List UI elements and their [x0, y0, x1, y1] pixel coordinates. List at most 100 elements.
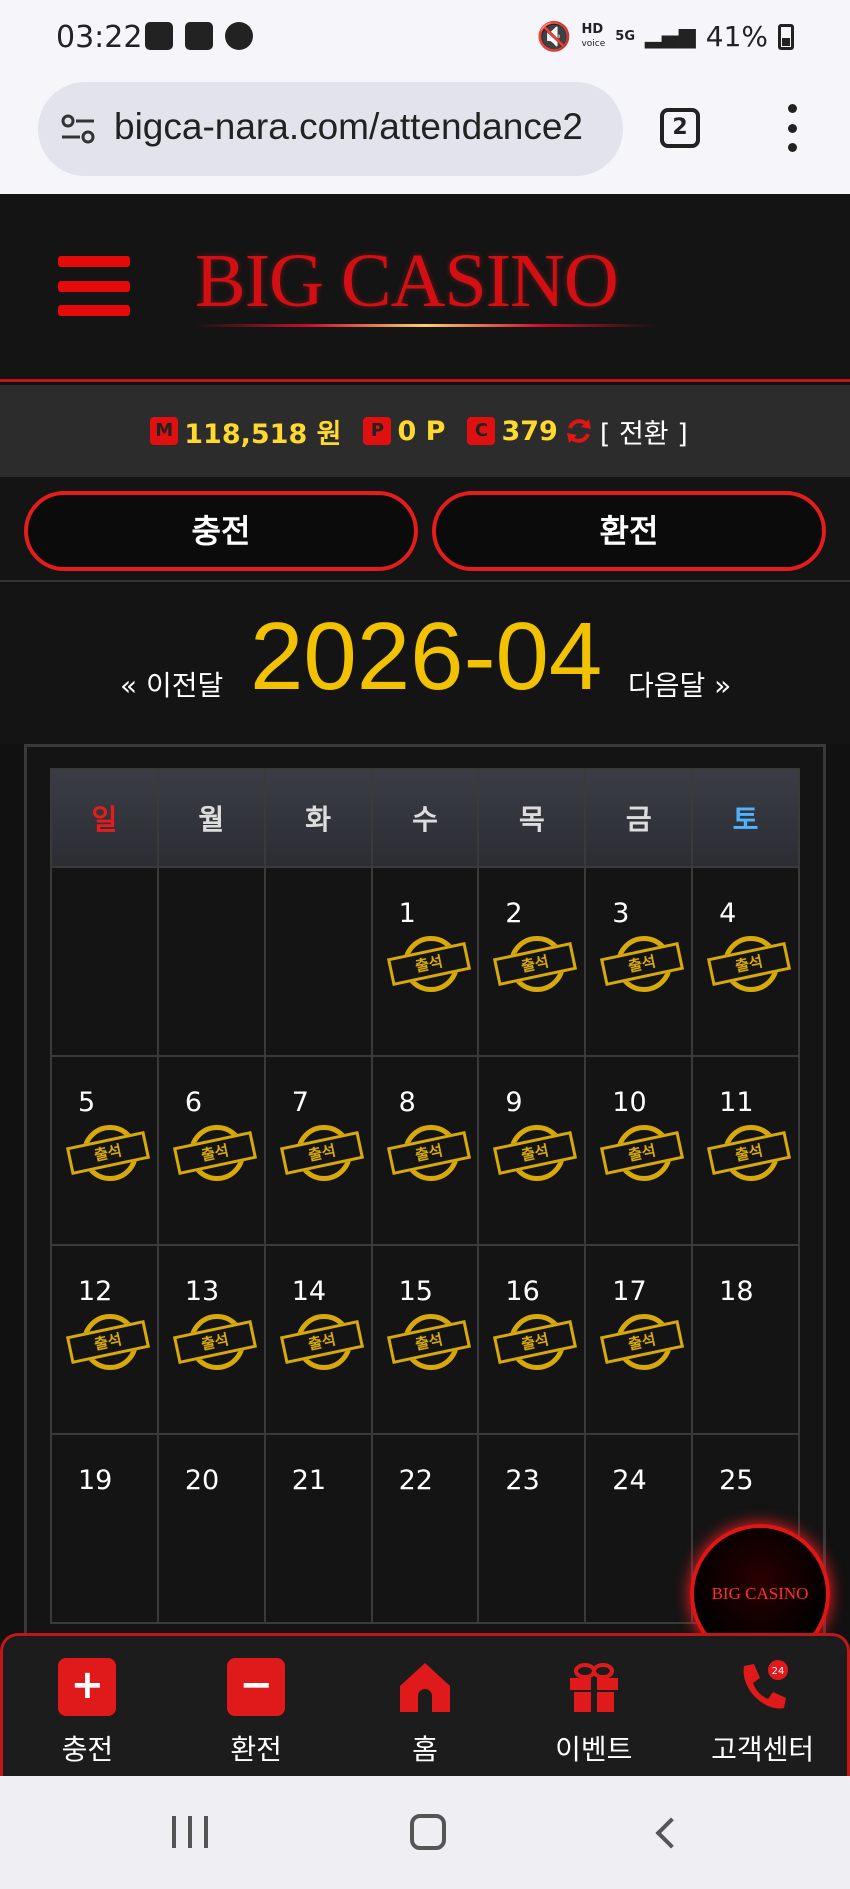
calendar-day-number: 9	[505, 1087, 523, 1118]
exchange-button[interactable]: 환전	[432, 491, 826, 571]
calendar-day-number: 16	[505, 1276, 540, 1307]
coin-badge-icon: C	[467, 417, 496, 445]
calendar-empty-cell	[158, 868, 264, 1055]
charge-button[interactable]: 충전	[24, 491, 418, 571]
attendance-stamp-icon: 출석	[279, 1121, 364, 1181]
calendar-day-cell: 19	[52, 1435, 157, 1622]
calendar-day-cell: 5 출석	[52, 1057, 157, 1244]
attendance-stamp-icon: 출석	[600, 1121, 685, 1181]
nav-event-label: 이벤트	[555, 1733, 633, 1766]
calendar-day-number: 12	[78, 1276, 113, 1307]
hamburger-menu-icon[interactable]	[58, 256, 130, 316]
hd-voice-icon: HD voice	[581, 21, 606, 49]
site-logo[interactable]: BIG CASINO	[195, 238, 619, 325]
nav-support[interactable]: 24 고객센터	[678, 1636, 847, 1776]
back-icon[interactable]	[655, 1817, 687, 1849]
attendance-stamp-icon: 출석	[707, 932, 792, 992]
calendar-day-number: 21	[291, 1465, 327, 1496]
calendar-day-cell: 17 출석	[586, 1246, 692, 1433]
home-button-icon[interactable]	[410, 1814, 446, 1850]
plus-icon: +	[58, 1658, 117, 1716]
nav-home[interactable]: 홈	[341, 1636, 510, 1776]
battery-icon	[778, 23, 794, 50]
nav-charge[interactable]: + 충전	[3, 1636, 172, 1776]
nav-event[interactable]: 이벤트	[509, 1636, 678, 1776]
calendar-day-cell: 20	[158, 1435, 264, 1622]
attendance-stamp-icon: 출석	[65, 1121, 151, 1181]
network-5g-icon: 5G	[615, 29, 635, 44]
tab-switcher-button[interactable]: 2	[660, 108, 700, 148]
attendance-stamp-icon: 출석	[386, 1310, 471, 1370]
attendance-stamp-icon: 출석	[279, 1310, 364, 1370]
calendar-empty-cell	[265, 868, 371, 1055]
calendar-day-cell: 15 출석	[372, 1246, 478, 1433]
weekday-mon: 월	[158, 770, 264, 866]
attendance-stamp-icon: 출석	[172, 1121, 257, 1181]
money-badge-icon: M	[150, 417, 179, 445]
refresh-icon[interactable]	[564, 416, 594, 446]
calendar-day-cell: 4 출석	[693, 868, 798, 1055]
money-value: 118,518 원	[184, 418, 342, 450]
status-bar: 03:22 🔇 HD voice 5G ▂▄▆ 41%	[0, 0, 850, 76]
attendance-stamp-icon: 출석	[65, 1310, 151, 1370]
money-balance: M 118,518 원	[150, 412, 341, 451]
weekday-fri: 금	[586, 770, 692, 866]
point-badge-icon: P	[363, 417, 392, 445]
calendar-day-number: 14	[291, 1276, 327, 1307]
calendar-day-number: 2	[505, 898, 523, 929]
browser-menu-icon[interactable]	[785, 104, 799, 152]
next-month-link[interactable]: 다음달 »	[628, 664, 731, 704]
calendar-day-number: 18	[719, 1276, 754, 1307]
weekday-sun: 일	[52, 770, 157, 866]
weekday-wed: 수	[372, 770, 478, 866]
address-bar[interactable]: bigca-nara.com/attendance2	[38, 82, 623, 176]
calendar-day-cell: 10 출석	[586, 1057, 692, 1244]
notification-icons	[145, 22, 253, 50]
nav-exchange[interactable]: − 환전	[172, 1636, 341, 1776]
nav-charge-label: 충전	[61, 1733, 114, 1766]
attendance-stamp-icon: 출석	[386, 1121, 471, 1181]
coin-value: 379	[501, 415, 558, 447]
month-navigation: « 이전달 2026-04 다음달 »	[0, 584, 850, 744]
calendar-day-number: 17	[612, 1276, 647, 1307]
calendar-day-cell: 12 출석	[52, 1246, 157, 1433]
nav-home-label: 홈	[412, 1733, 438, 1766]
site-settings-icon[interactable]	[60, 112, 96, 146]
calendar-day-cell: 11 출석	[693, 1057, 798, 1244]
prev-month-link[interactable]: « 이전달	[120, 664, 223, 704]
recent-apps-icon[interactable]	[172, 1816, 208, 1848]
month-title: 2026-04	[250, 603, 603, 710]
calendar-day-number: 1	[398, 898, 416, 929]
calendar-day-cell: 6 출석	[158, 1057, 264, 1244]
coin-balance: C 379 [ 전환 ]	[467, 412, 688, 451]
attendance-stamp-icon: 출석	[493, 932, 578, 992]
phone-24-icon: 24	[743, 1660, 788, 1709]
calendar-day-cell: 8 출석	[372, 1057, 478, 1244]
weekday-sat: 토	[693, 770, 798, 866]
calendar-day-number: 10	[612, 1087, 647, 1118]
attendance-stamp-icon: 출석	[386, 932, 471, 992]
weekday-thu: 목	[479, 770, 585, 866]
url-text[interactable]: bigca-nara.com/attendance2	[114, 106, 614, 148]
attendance-stamp-icon: 출석	[172, 1310, 257, 1370]
convert-button[interactable]: [ 전환 ]	[600, 412, 688, 451]
calendar-day-cell: 9 출석	[479, 1057, 585, 1244]
charge-exchange-row: 충전 환전	[0, 477, 850, 582]
calendar-day-cell: 1 출석	[372, 868, 478, 1055]
chat-icon	[225, 22, 253, 50]
b-app-icon	[145, 22, 173, 50]
calendar-day-number: 7	[291, 1087, 309, 1118]
calendar-day-number: 23	[505, 1465, 540, 1496]
mute-icon: 🔇	[536, 20, 572, 53]
gift-icon	[569, 1663, 618, 1712]
calendar-day-cell: 24	[586, 1435, 692, 1622]
system-navigation-bar	[0, 1776, 850, 1889]
calendar-day-cell: 23	[479, 1435, 585, 1622]
calendar-day-number: 25	[719, 1465, 754, 1496]
calendar-day-number: 24	[612, 1465, 647, 1496]
calendar-day-cell: 13 출석	[158, 1246, 264, 1433]
bottom-navigation: + 충전 − 환전 홈 이벤트 24 고객센터	[0, 1633, 850, 1776]
calendar-day-number: 11	[719, 1087, 754, 1118]
site-header: BIG CASINO	[0, 194, 850, 382]
weekday-tue: 화	[265, 770, 371, 866]
